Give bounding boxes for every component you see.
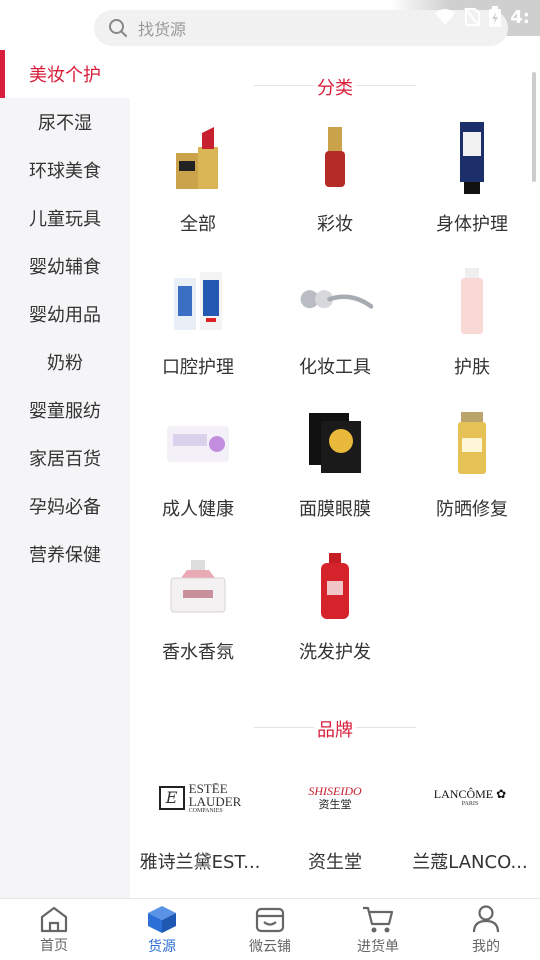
brand-section-title: 品牌 [317, 720, 353, 741]
category-label: 成人健康 [162, 499, 234, 520]
tab-me[interactable]: 我的 [432, 899, 540, 960]
search-icon [109, 19, 127, 37]
category-label: 口腔护理 [162, 357, 234, 378]
category-item-oral-care[interactable]: 口腔护理 [130, 263, 266, 403]
divider [356, 85, 416, 86]
category-label: 香水香氛 [162, 642, 234, 663]
shampoo-icon [297, 548, 373, 624]
app-screen: 找货源 4: 美妆个护 尿不湿 环球美食 儿童玩具 婴幼辅食 婴幼用品 奶粉 婴… [0, 0, 540, 960]
skincare-bottle-icon [434, 263, 510, 339]
face-roller-icon [297, 263, 373, 339]
tab-home[interactable]: 首页 [0, 899, 108, 960]
divider [254, 85, 314, 86]
category-section-title: 分类 [317, 78, 353, 99]
sidebar-item-formula[interactable]: 奶粉 [0, 338, 130, 386]
category-item-adult-health[interactable]: 成人健康 [130, 405, 266, 545]
category-label: 面膜眼膜 [299, 499, 371, 520]
divider [356, 727, 416, 728]
tab-label: 我的 [472, 938, 500, 955]
brand-item-shiseido[interactable]: SHISEIDO 资生堂 资生堂 [267, 768, 403, 874]
logo-text: 资生堂 [318, 797, 352, 811]
top-bar: 找货源 4: [0, 0, 540, 50]
brand-item-estee-lauder[interactable]: E ESTĒE LAUDER COMPANIES 雅诗兰黛EST... [132, 768, 268, 874]
battery-icon [489, 6, 502, 27]
category-item-makeup-tools[interactable]: 化妆工具 [267, 263, 403, 403]
logo-text: SHISEIDO [308, 784, 362, 799]
rose-icon: ✿ [496, 787, 507, 802]
shop-icon [255, 907, 285, 932]
category-item-all[interactable]: 全部 [130, 120, 266, 260]
category-section-header: 分类 [130, 74, 540, 100]
category-label: 洗发护发 [299, 642, 371, 663]
logo-text: LAUDER [188, 794, 242, 809]
category-label: 护肤 [454, 357, 490, 378]
sidebar-item-beauty[interactable]: 美妆个护 [0, 50, 130, 98]
wifi-icon [435, 9, 456, 25]
sunscreen-icon [434, 405, 510, 481]
category-item-skincare[interactable]: 护肤 [404, 263, 540, 403]
lotion-tube-icon [434, 120, 510, 196]
tab-label: 微云铺 [249, 938, 291, 955]
cart-icon [363, 906, 394, 932]
category-label: 全部 [180, 214, 216, 235]
category-item-makeup[interactable]: 彩妆 [267, 120, 403, 260]
no-sim-icon [464, 7, 481, 27]
tab-purchase-list[interactable]: 进货单 [324, 899, 432, 960]
search-placeholder: 找货源 [138, 20, 187, 39]
tab-label: 首页 [40, 937, 68, 954]
category-item-hair-care[interactable]: 洗发护发 [267, 548, 403, 688]
shiseido-logo: SHISEIDO 资生堂 [267, 768, 403, 828]
tab-label: 进货单 [357, 938, 399, 955]
brand-label: 兰蔻LANCO... [412, 852, 528, 873]
sidebar-item-baby-supplies[interactable]: 婴幼用品 [0, 290, 130, 338]
sidebar-item-baby-food[interactable]: 婴幼辅食 [0, 242, 130, 290]
category-item-sun-care[interactable]: 防晒修复 [404, 405, 540, 545]
sidebar-item-baby-clothing[interactable]: 婴童服纺 [0, 386, 130, 434]
sidebar-item-toys[interactable]: 儿童玩具 [0, 194, 130, 242]
divider [254, 727, 314, 728]
category-sidebar: 美妆个护 尿不湿 环球美食 儿童玩具 婴幼辅食 婴幼用品 奶粉 婴童服纺 家居百… [0, 50, 130, 898]
tab-label: 货源 [148, 938, 176, 955]
main-content: 分类 全部 彩妆 身体护理 口腔护理 化妆工具 护肤 成人健康 面膜眼膜 防晒修… [130, 50, 540, 898]
sidebar-item-nutrition[interactable]: 营养保健 [0, 530, 130, 578]
category-label: 身体护理 [436, 214, 508, 235]
category-item-perfume[interactable]: 香水香氛 [130, 548, 266, 688]
pad-pack-icon [160, 405, 236, 481]
brand-label: 资生堂 [308, 852, 362, 873]
tab-sourcing[interactable]: 货源 [108, 899, 216, 960]
lancome-logo: LANCÔME ✿ PARIS [402, 768, 538, 828]
home-icon [40, 906, 68, 932]
brand-label: 雅诗兰黛EST... [139, 852, 261, 873]
user-icon [472, 904, 500, 932]
category-item-masks[interactable]: 面膜眼膜 [267, 405, 403, 545]
category-label: 彩妆 [317, 214, 353, 235]
status-bar: 4: [434, 6, 530, 28]
brand-item-lancome[interactable]: LANCÔME ✿ PARIS 兰蔻LANCO... [402, 768, 538, 874]
category-item-body-care[interactable]: 身体护理 [404, 120, 540, 260]
sidebar-item-global-food[interactable]: 环球美食 [0, 146, 130, 194]
sidebar-item-diapers[interactable]: 尿不湿 [0, 98, 130, 146]
brand-section-header: 品牌 [130, 716, 540, 742]
tab-micro-store[interactable]: 微云铺 [216, 899, 324, 960]
estee-lauder-logo: E ESTĒE LAUDER COMPANIES [132, 768, 268, 828]
sidebar-item-household[interactable]: 家居百货 [0, 434, 130, 482]
cube-icon [148, 905, 176, 933]
face-mask-icon [297, 405, 373, 481]
bottom-tab-bar: 首页 货源 微云铺 进货单 我的 [0, 898, 540, 960]
sidebar-item-maternity[interactable]: 孕妈必备 [0, 482, 130, 530]
status-time: 4: [510, 6, 530, 28]
lipstick-icon [160, 120, 236, 196]
toothpaste-icon [160, 263, 236, 339]
logo-text: LANCÔME [433, 787, 494, 802]
nail-polish-icon [297, 120, 373, 196]
category-label: 化妆工具 [299, 357, 371, 378]
logo-text: PARIS [461, 801, 479, 808]
category-label: 防晒修复 [436, 499, 508, 520]
perfume-icon [160, 548, 236, 624]
